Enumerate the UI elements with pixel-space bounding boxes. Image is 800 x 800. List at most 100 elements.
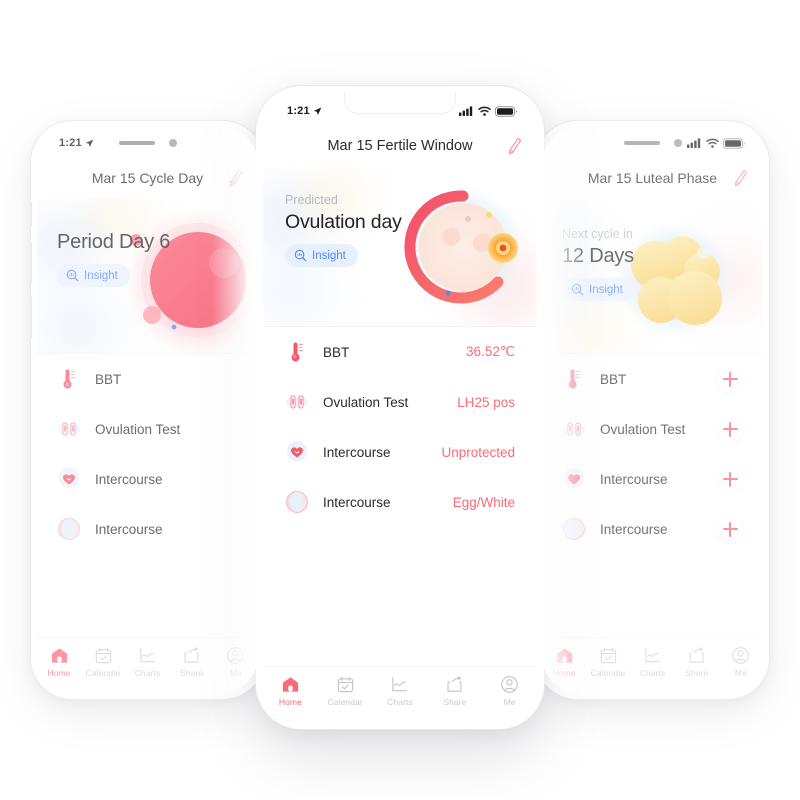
hero-card-center: Predicted Ovulation day Insight — [263, 167, 537, 327]
earpiece-assembly — [623, 139, 682, 147]
add-entry-button[interactable] — [717, 416, 743, 442]
tab-home[interactable]: Home — [542, 646, 586, 678]
calendar-icon — [600, 647, 616, 664]
share-icon — [184, 646, 199, 663]
status-time: 1:21 — [287, 105, 310, 117]
share-icon — [447, 675, 462, 692]
table-row[interactable]: Intercourse Egg/White — [263, 477, 537, 527]
row-label: Intercourse — [600, 521, 668, 537]
row-value: 36.52℃ — [466, 344, 515, 359]
tab-calendar[interactable]: Calendar — [318, 675, 373, 707]
me-icon — [227, 647, 245, 664]
tab-bar-left: Home Calendar Charts Share Me — [37, 637, 258, 693]
battery-icon — [723, 137, 745, 149]
table-row[interactable]: BBT — [37, 354, 258, 404]
tab-share[interactable]: Share — [170, 646, 214, 678]
table-row[interactable]: Intercourse — [37, 454, 258, 504]
tab-charts[interactable]: Charts — [630, 646, 674, 678]
page-title: Mar 15 Cycle Day — [91, 170, 204, 186]
insight-button[interactable]: Insight — [562, 278, 635, 301]
tab-label: Me — [503, 697, 516, 707]
charts-icon — [645, 648, 661, 663]
tab-home[interactable]: Home — [37, 646, 81, 678]
table-row[interactable]: BBT 36.52℃ — [263, 327, 537, 377]
status-time: 1:21 — [59, 137, 82, 149]
table-row[interactable]: Ovulation Test LH25 pos — [263, 377, 537, 427]
entry-list-center: BBT 36.52℃ Ovulation Test LH25 pos Inter… — [263, 327, 537, 527]
hero-text-center: Predicted Ovulation day Insight — [285, 193, 402, 267]
header-center: Mar 15 Fertile Window — [263, 125, 537, 167]
tab-calendar[interactable]: Calendar — [586, 646, 630, 678]
tab-share[interactable]: Share — [675, 646, 719, 678]
insight-button[interactable]: Insight — [57, 264, 130, 287]
status-right-center — [459, 105, 517, 117]
pencil-icon[interactable] — [228, 169, 244, 187]
table-row[interactable]: Ovulation Test — [542, 404, 763, 454]
hero-title: Period Day 6 — [57, 231, 171, 253]
battery-icon — [495, 105, 517, 117]
table-row[interactable]: Intercourse — [37, 504, 258, 554]
pencil-icon[interactable] — [507, 137, 523, 155]
row-value: Unprotected — [441, 444, 515, 460]
tab-charts[interactable]: Charts — [373, 675, 428, 707]
tab-me[interactable]: Me — [719, 646, 763, 678]
table-row[interactable]: Intercourse — [542, 504, 763, 554]
cervical-mucus-icon — [286, 491, 308, 513]
hero-title: Ovulation day — [285, 211, 402, 233]
cervical-mucus-icon — [58, 518, 80, 540]
tab-label: Me — [734, 668, 747, 678]
table-row[interactable]: Intercourse — [542, 454, 763, 504]
tab-home[interactable]: Home — [263, 675, 318, 707]
plus-icon — [722, 421, 738, 437]
phone-mockup-stage: 1:21 Mar 15 Cycle Day Period Day 6 Insig… — [0, 0, 800, 800]
tab-me[interactable]: Me — [482, 675, 537, 707]
cervical-mucus-icon — [563, 518, 585, 540]
row-label: Intercourse — [600, 471, 668, 487]
home-icon — [556, 648, 572, 663]
hero-text-right: Next cycle in 12 Days Insight — [562, 227, 635, 301]
insight-button[interactable]: Insight — [285, 244, 358, 267]
wifi-icon — [706, 138, 719, 148]
tab-label: Home — [47, 668, 71, 678]
tab-label: Share — [443, 697, 467, 707]
thermometer-icon — [291, 342, 304, 362]
header-right: Mar 15 Luteal Phase — [542, 157, 763, 199]
hero-subtitle: Predicted — [285, 193, 338, 207]
cellular-icon — [687, 138, 701, 148]
tab-me[interactable]: Me — [214, 646, 258, 678]
add-entry-button[interactable] — [717, 366, 743, 392]
volume-up-button[interactable] — [31, 241, 32, 285]
mute-switch[interactable] — [31, 201, 32, 227]
plus-icon — [722, 371, 738, 387]
table-row[interactable]: Intercourse Unprotected — [263, 427, 537, 477]
tab-charts[interactable]: Charts — [125, 646, 169, 678]
add-entry-button[interactable] — [717, 466, 743, 492]
entry-list-left: BBT Ovulation Test Intercourse Intercour… — [37, 354, 258, 554]
thermometer-icon — [63, 369, 76, 389]
tab-label: Calendar — [590, 668, 626, 678]
pencil-icon[interactable] — [733, 169, 749, 187]
insight-magnifier-icon — [66, 269, 79, 282]
tab-calendar[interactable]: Calendar — [81, 646, 125, 678]
insight-label: Insight — [84, 269, 118, 282]
table-row[interactable]: BBT — [542, 354, 763, 404]
table-row[interactable]: Ovulation Test — [37, 404, 258, 454]
tab-share[interactable]: Share — [427, 675, 482, 707]
phone-left: 1:21 Mar 15 Cycle Day Period Day 6 Insig… — [30, 120, 265, 700]
intercourse-heart-icon — [59, 468, 79, 488]
blob — [37, 294, 117, 353]
row-value: Egg/White — [452, 494, 515, 510]
row-label: Intercourse — [95, 521, 163, 537]
volume-down-button[interactable] — [31, 295, 32, 339]
tab-label: Home — [278, 697, 302, 707]
add-entry-button[interactable] — [717, 516, 743, 542]
ovulation-ring-graphic — [393, 175, 537, 325]
intercourse-heart-icon — [564, 468, 584, 488]
hero-card-right: Next cycle in 12 Days Insight — [542, 199, 763, 354]
tab-label: Charts — [387, 697, 413, 707]
row-label: BBT — [95, 371, 122, 387]
me-icon — [501, 676, 518, 693]
entry-list-right: BBT Ovulation Test Intercourse Intercour… — [542, 354, 763, 554]
tab-bar-right: Home Calendar Charts Share Me — [542, 637, 763, 693]
thermometer-icon — [568, 369, 581, 389]
